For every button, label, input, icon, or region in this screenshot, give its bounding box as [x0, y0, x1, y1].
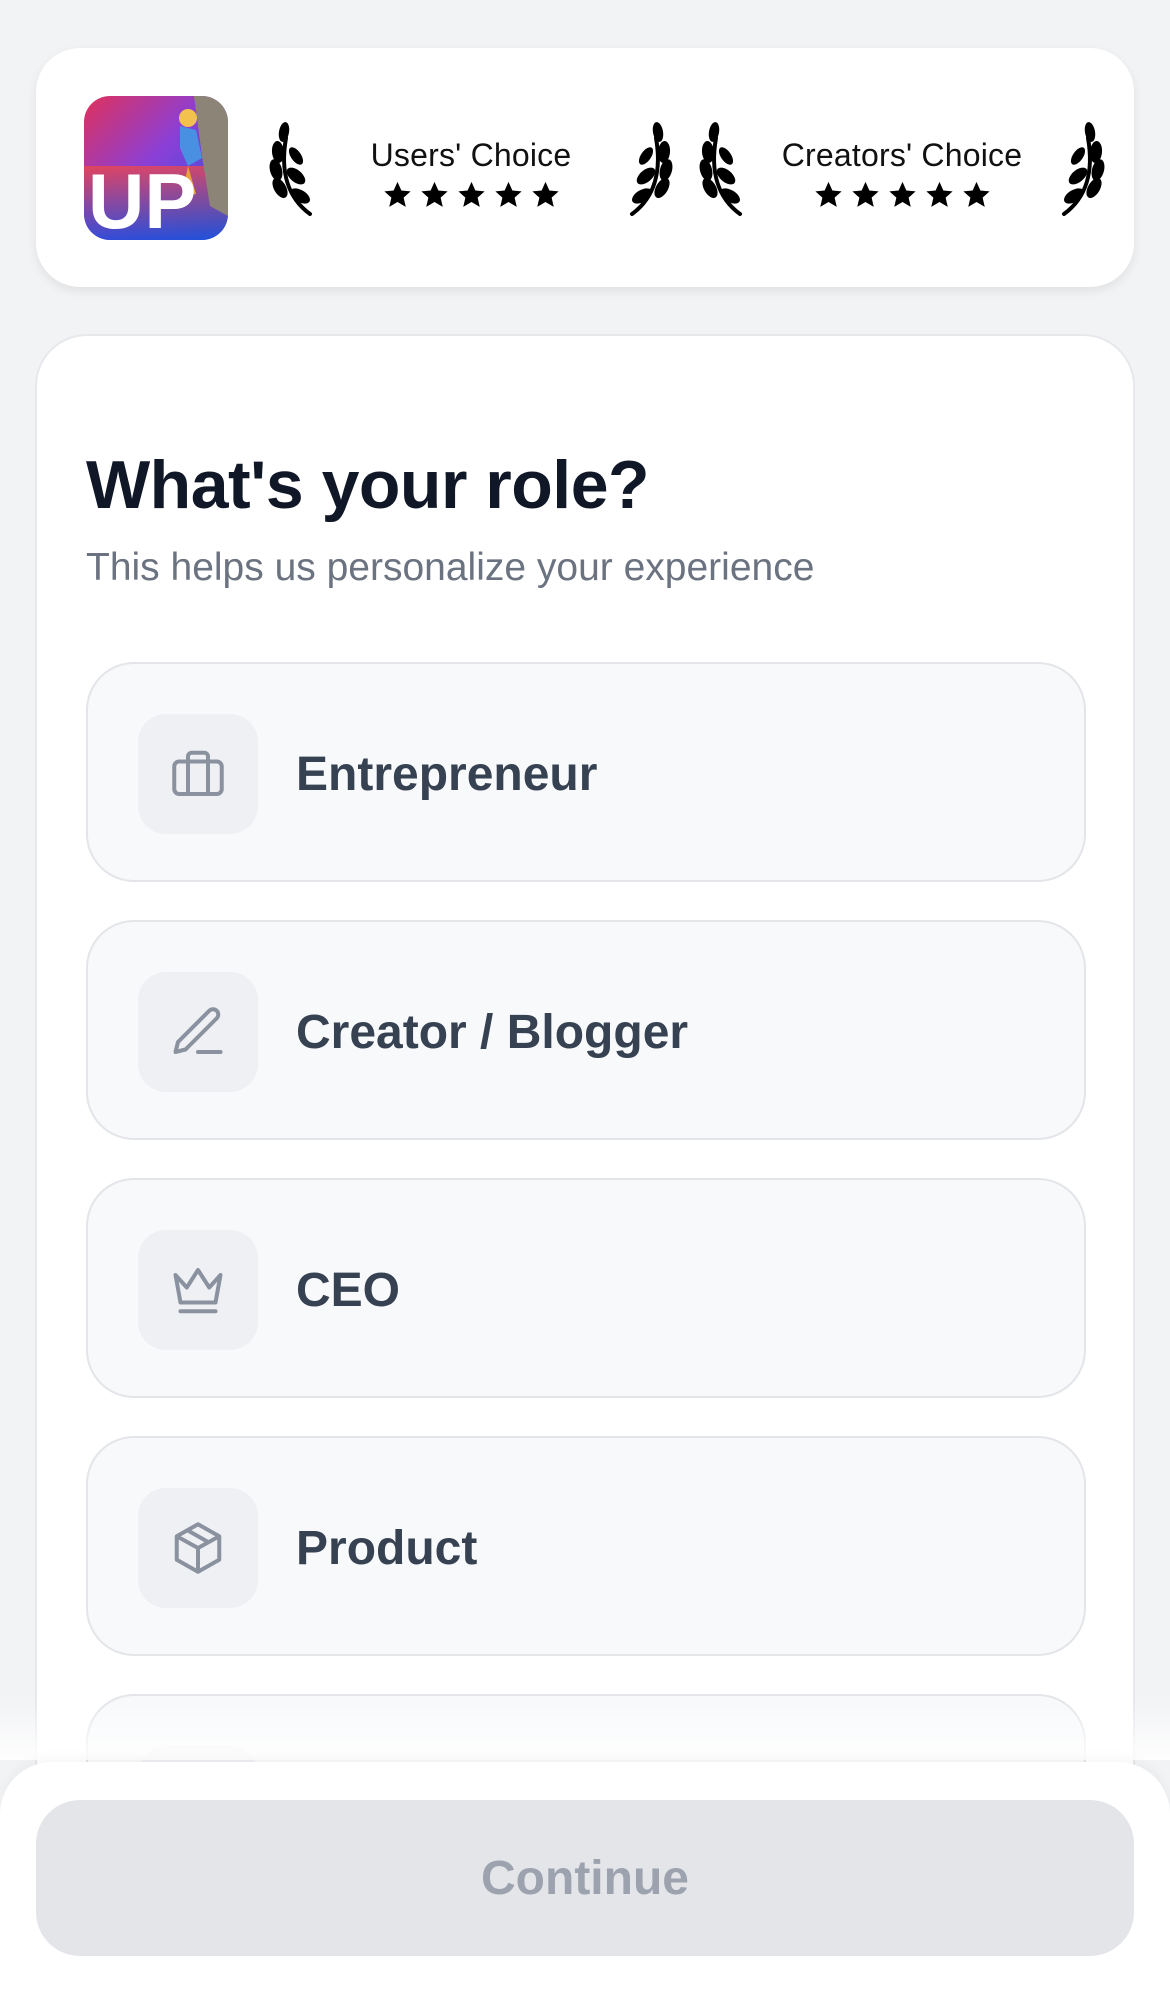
- star-icon: [962, 181, 990, 207]
- laurel-left-icon: [699, 122, 742, 216]
- star-icon: [420, 181, 448, 207]
- role-label: Entrepreneur: [296, 747, 598, 801]
- briefcase-icon: [172, 750, 224, 796]
- role-icon-container: [138, 1230, 258, 1350]
- star-icon: [531, 181, 559, 207]
- star-icon: [383, 181, 411, 207]
- app-logo: UP: [84, 96, 228, 240]
- star-icon: [925, 181, 953, 207]
- award-creators-choice: Creators' Choice: [686, 118, 1118, 228]
- laurel-right-icon: [1062, 122, 1105, 216]
- role-option-ceo[interactable]: CEO: [86, 1178, 1086, 1398]
- role-icon-container: [138, 972, 258, 1092]
- page-title: What's your role?: [86, 447, 650, 523]
- rating-stars: [756, 180, 1048, 210]
- star-icon: [494, 181, 522, 207]
- screen: UP Users' Choice Creators' Choice What's…: [0, 0, 1170, 1992]
- page-subtitle: This helps us personalize your experienc…: [86, 546, 815, 589]
- role-label: Creator / Blogger: [296, 1005, 689, 1059]
- role-option-entrepreneur[interactable]: Entrepreneur: [86, 662, 1086, 882]
- role-option-product[interactable]: Product: [86, 1436, 1086, 1656]
- app-logo-text: UP: [88, 157, 196, 240]
- rating-stars: [326, 180, 616, 210]
- role-icon-container: [138, 1488, 258, 1608]
- box-icon: [174, 1522, 222, 1574]
- pen-icon: [173, 1007, 223, 1054]
- awards-banner: UP Users' Choice Creators' Choice: [36, 48, 1134, 287]
- laurel-right-icon: [630, 122, 673, 216]
- continue-button[interactable]: Continue: [36, 1800, 1134, 1956]
- award-title: Creators' Choice: [781, 137, 1023, 173]
- scroll-fade: [0, 1700, 1170, 1760]
- star-icon: [888, 181, 916, 207]
- star-icon: [457, 181, 485, 207]
- role-icon-container: [138, 714, 258, 834]
- laurel-left-icon: [269, 122, 312, 216]
- crown-icon: [173, 1268, 223, 1314]
- role-label: CEO: [296, 1263, 401, 1317]
- role-option-creator-blogger[interactable]: Creator / Blogger: [86, 920, 1086, 1140]
- award-users-choice: Users' Choice: [256, 118, 686, 228]
- star-icon: [851, 181, 879, 207]
- role-label: Product: [296, 1521, 478, 1575]
- bottom-action-bar: Continue: [0, 1762, 1170, 1992]
- award-title: Users' Choice: [370, 137, 572, 173]
- star-icon: [814, 181, 842, 207]
